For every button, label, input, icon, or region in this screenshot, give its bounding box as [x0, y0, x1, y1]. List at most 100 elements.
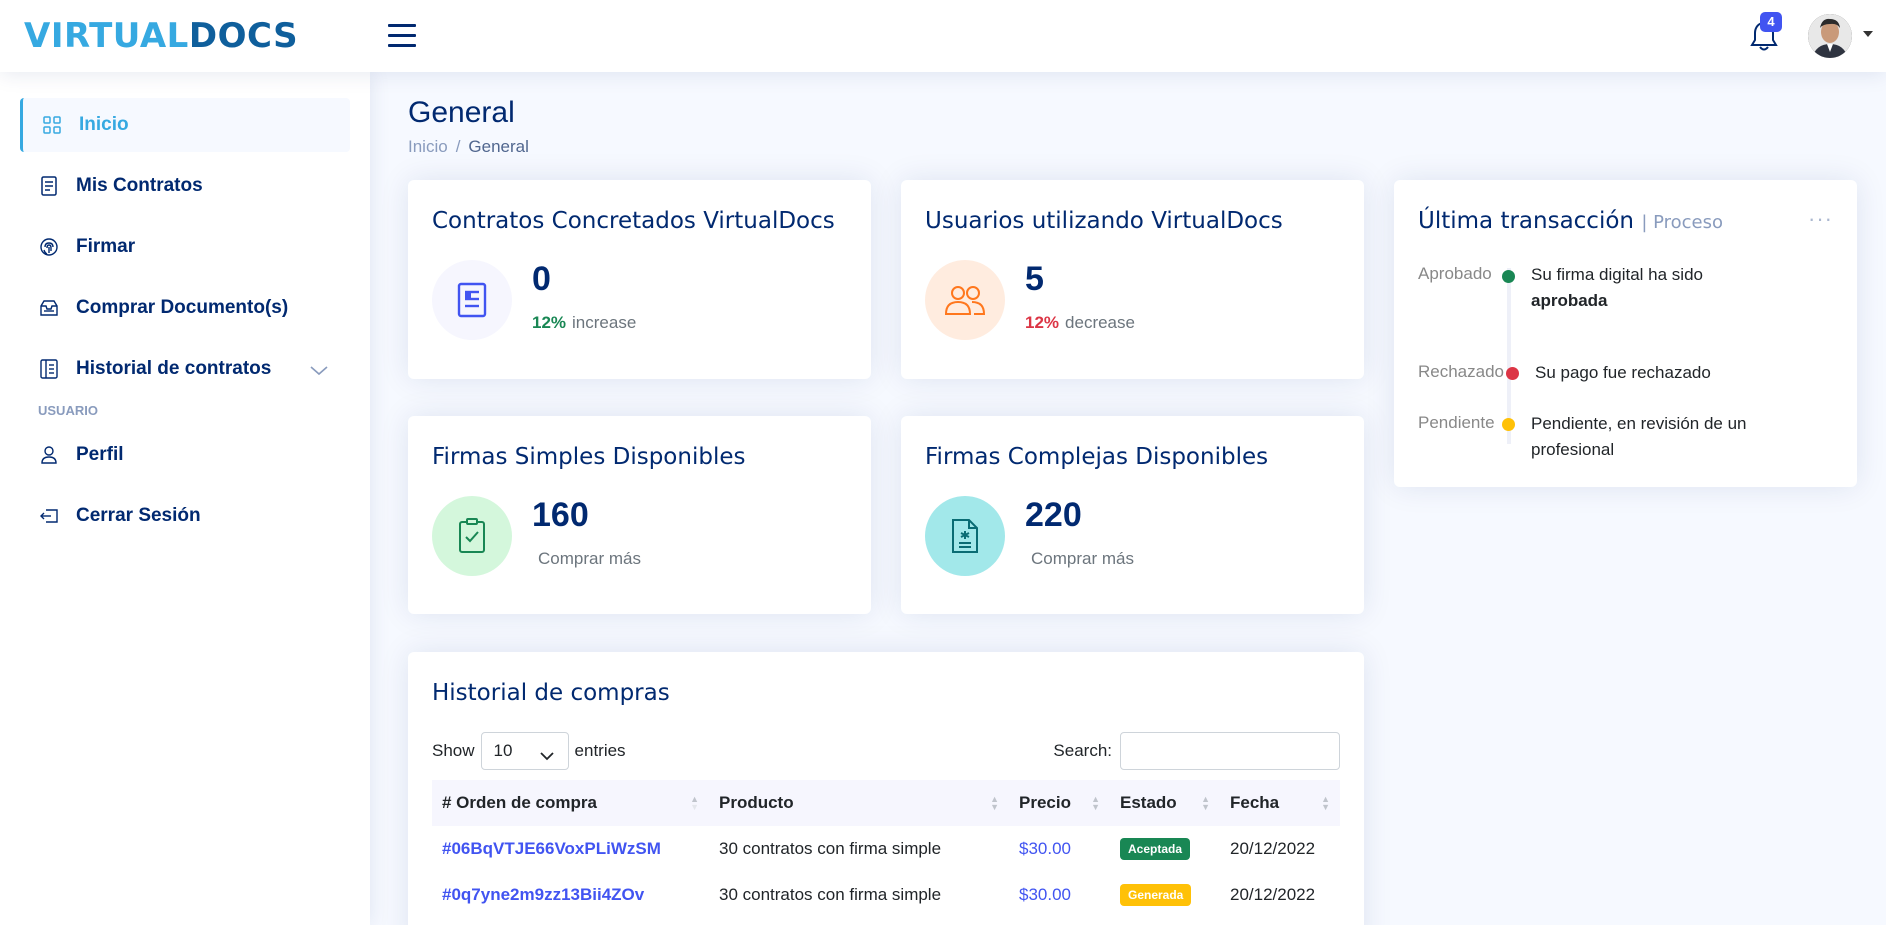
stat-percent: 12% — [1025, 313, 1060, 332]
sidebar-item-inicio[interactable]: Inicio — [20, 98, 350, 152]
status-dot — [1506, 367, 1519, 380]
box-arrow-left-icon — [38, 505, 60, 527]
person-icon — [38, 444, 60, 466]
status-cell: Generada — [1110, 872, 1220, 918]
status-cell: Aceptada — [1110, 826, 1220, 872]
sidebar-item-label: Mis Contratos — [76, 175, 203, 196]
chevron-down-icon[interactable] — [310, 360, 328, 382]
stat-change: 12% increase — [532, 313, 636, 333]
search-label: Search: — [1053, 741, 1112, 760]
card-firmas-complejas: Firmas Complejas Disponibles 220 Comprar… — [901, 416, 1364, 614]
file-check-icon — [432, 496, 512, 576]
logo-part-virtual: VIRTUAL — [24, 16, 189, 56]
card-historial-compras: Historial de compras Show 10 entries Sea… — [408, 652, 1364, 925]
sidebar-item-label: Historial de contratos — [76, 358, 272, 379]
sidebar-item-label: Firmar — [76, 236, 136, 257]
table-row: #06BqVTJE66VoxPLiWzSM 30 contratos con f… — [432, 826, 1340, 872]
price-cell: $30.00 — [1019, 839, 1071, 858]
column-header-precio[interactable]: Precio ▲ ▼ — [1009, 780, 1110, 826]
top-header: VIRTUALDOCS 4 — [0, 0, 1886, 72]
inbox-icon — [38, 297, 60, 319]
column-header-fecha[interactable]: Fecha ▲ ▼ — [1220, 780, 1340, 826]
fingerprint-icon — [38, 236, 60, 258]
card-title: Firmas Simples Disponibles — [432, 444, 746, 470]
column-header-producto[interactable]: Producto ▲ ▼ — [709, 780, 1009, 826]
breadcrumb-separator: / — [455, 137, 461, 156]
breadcrumb-current: General — [468, 137, 529, 156]
transaction-subtitle: | Proceso — [1641, 212, 1724, 233]
sidebar-item-mis-contratos[interactable]: Mis Contratos — [20, 159, 350, 213]
page-title: General — [408, 96, 515, 129]
logo[interactable]: VIRTUALDOCS — [24, 16, 298, 56]
order-link[interactable]: #06BqVTJE66VoxPLiWzSM — [432, 826, 709, 872]
show-label: Show — [432, 741, 475, 760]
timeline-text: Su pago fue rechazado — [1535, 363, 1711, 382]
column-header-orden[interactable]: # Orden de compra ▲ ▼ — [432, 780, 709, 826]
card-title: Historial de compras — [432, 680, 670, 706]
sidebar-item-label: Cerrar Sesión — [76, 505, 201, 526]
avatar[interactable] — [1808, 14, 1852, 58]
card-firmas-simples: Firmas Simples Disponibles 160 Comprar m… — [408, 416, 871, 614]
stat-percent: 12% — [532, 313, 567, 332]
sidebar-item-label: Perfil — [76, 444, 124, 465]
date-cell: 20/12/2022 — [1230, 839, 1316, 858]
stat-change: 12% decrease — [1025, 313, 1135, 333]
order-link[interactable]: #0q7yne2m9zz13Bii4ZOv — [432, 872, 709, 918]
status-dot — [1502, 418, 1515, 431]
product-cell: 30 contratos con firma simple — [719, 885, 942, 904]
search-input[interactable] — [1120, 732, 1340, 770]
stat-value: 0 — [532, 260, 551, 298]
sidebar-item-historial-contratos[interactable]: Historial de contratos — [20, 342, 350, 396]
purchase-table: # Orden de compra ▲ ▼ Producto ▲ ▼ Precio ▲ ▼ … — [432, 780, 1340, 918]
document-icon — [432, 260, 512, 340]
more-options-icon[interactable]: ··· — [1808, 206, 1833, 232]
column-header-estado[interactable]: Estado ▲ ▼ — [1110, 780, 1220, 826]
sidebar-item-label: Comprar Documento(s) — [76, 297, 289, 318]
transaction-title: Última transacción — [1418, 208, 1634, 234]
card-title: Firmas Complejas Disponibles — [925, 444, 1269, 470]
timeline-label: Aprobado — [1418, 264, 1492, 283]
stat-value: 160 — [532, 496, 589, 534]
timeline-text-bold: aprobada — [1531, 291, 1608, 310]
entries-value: 10 — [493, 741, 513, 760]
grid-icon — [41, 114, 63, 136]
entries-label: entries — [574, 741, 626, 760]
product-cell: 30 contratos con firma simple — [719, 839, 942, 858]
table-search: Search: — [1053, 732, 1340, 770]
timeline-text: Pendiente, en revisión de un profesional — [1531, 414, 1747, 459]
buy-more-link[interactable]: Comprar más — [538, 549, 641, 569]
chevron-down-icon[interactable] — [1863, 31, 1873, 37]
entries-selector: Show 10 entries — [432, 732, 626, 770]
file-medical-icon — [925, 496, 1005, 576]
sidebar-item-label: Inicio — [79, 114, 129, 135]
breadcrumb-home[interactable]: Inicio — [408, 137, 448, 156]
sidebar-item-cerrar-sesion[interactable]: Cerrar Sesión — [20, 489, 350, 543]
entries-select[interactable]: 10 — [480, 732, 569, 770]
sidebar-item-comprar-documentos[interactable]: Comprar Documento(s) — [20, 281, 350, 335]
timeline-text-main: Su firma digital ha sido — [1531, 265, 1703, 284]
chevron-down-icon — [539, 746, 554, 766]
buy-more-link[interactable]: Comprar más — [1031, 549, 1134, 569]
menu-toggle-icon[interactable] — [388, 24, 416, 48]
table-row: #0q7yne2m9zz13Bii4ZOv 30 contratos con f… — [432, 872, 1340, 918]
sidebar-item-firmar[interactable]: Firmar — [20, 220, 350, 274]
people-icon — [925, 260, 1005, 340]
sidebar-item-perfil[interactable]: Perfil — [20, 428, 350, 482]
card-usuarios: Usuarios utilizando VirtualDocs 5 12% dec… — [901, 180, 1364, 379]
stat-trend: decrease — [1065, 313, 1135, 332]
sort-icon: ▲ ▼ — [1201, 794, 1210, 812]
layout-text-icon — [38, 358, 60, 380]
stat-value: 220 — [1025, 496, 1082, 534]
status-dot — [1502, 270, 1515, 283]
stat-trend: increase — [572, 313, 637, 332]
notification-badge: 4 — [1760, 12, 1782, 32]
price-cell: $30.00 — [1019, 885, 1071, 904]
status-badge: Generada — [1120, 884, 1192, 906]
card-contratos: Contratos Concretados VirtualDocs 0 12% i… — [408, 180, 871, 379]
stat-value: 5 — [1025, 260, 1044, 298]
document-icon — [38, 175, 60, 197]
date-cell: 20/12/2022 — [1230, 885, 1316, 904]
card-title: Contratos Concretados VirtualDocs — [432, 208, 835, 234]
sidebar-section-heading: USUARIO — [38, 403, 98, 418]
breadcrumb: Inicio / General — [408, 137, 529, 157]
